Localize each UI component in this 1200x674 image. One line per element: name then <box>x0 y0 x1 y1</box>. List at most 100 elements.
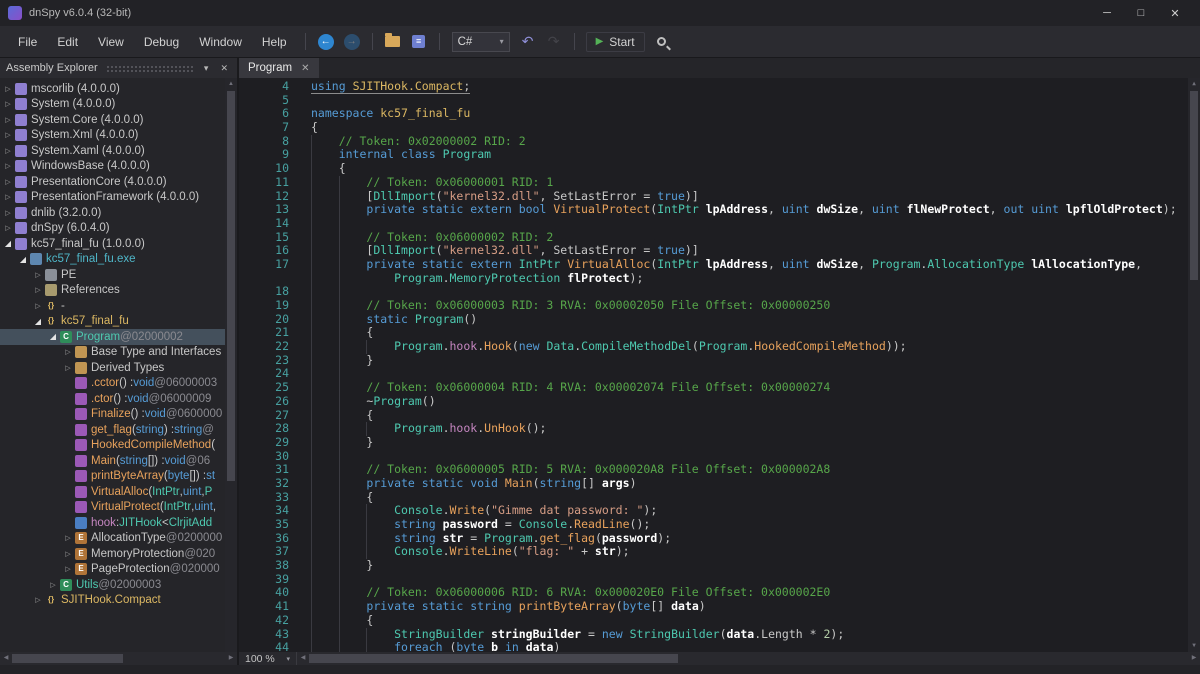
tree-row[interactable]: ◢kc57_final_fu (1.0.0.0) <box>0 236 226 252</box>
tree-expander-icon[interactable]: ▷ <box>32 271 44 279</box>
code-line[interactable]: 29 } <box>239 436 1186 450</box>
scroll-up-icon[interactable]: ▲ <box>225 78 237 90</box>
tree-row[interactable]: ▷PE <box>0 267 226 283</box>
undo-button[interactable]: ↶ <box>516 30 540 54</box>
code-line[interactable]: 42 { <box>239 614 1186 628</box>
code-line[interactable]: 32 private static void Main(string[] arg… <box>239 477 1186 491</box>
code-line[interactable]: 38 } <box>239 559 1186 573</box>
code-line[interactable]: 31 // Token: 0x06000005 RID: 5 RVA: 0x00… <box>239 463 1186 477</box>
tree-row[interactable]: ▷PresentationCore (4.0.0.0) <box>0 174 226 190</box>
code-line[interactable]: 6namespace kc57_final_fu <box>239 107 1186 121</box>
tree-expander-icon[interactable]: ▷ <box>32 596 44 604</box>
zoom-select[interactable]: 100 % ▾ <box>239 652 297 665</box>
tree-row[interactable]: ▷dnlib (3.2.0.0) <box>0 205 226 221</box>
tree-row[interactable]: ◢kc57_final_fu.exe <box>0 252 226 268</box>
code-line[interactable]: 7{ <box>239 121 1186 135</box>
menu-item-file[interactable]: File <box>8 26 47 57</box>
tree-expander-icon[interactable]: ▷ <box>62 534 74 542</box>
tree-vertical-scrollbar[interactable]: ▲ <box>225 78 237 652</box>
tree-row[interactable]: ▷EMemoryProtection @020 <box>0 546 226 562</box>
menu-item-debug[interactable]: Debug <box>134 26 189 57</box>
tree-row[interactable]: ▷WindowsBase (4.0.0.0) <box>0 159 226 175</box>
tree-hscroll-thumb[interactable] <box>12 654 123 663</box>
tree-vscroll-thumb[interactable] <box>227 91 235 481</box>
search-button[interactable] <box>650 30 674 54</box>
tree-row[interactable]: ▷dnSpy (6.0.4.0) <box>0 221 226 237</box>
tree-expander-icon[interactable]: ◢ <box>17 255 29 264</box>
code-line[interactable]: 17 private static extern IntPtr VirtualA… <box>239 258 1186 272</box>
tree-row[interactable]: HookedCompileMethod( <box>0 438 226 454</box>
tree-row[interactable]: ▷System.Core (4.0.0.0) <box>0 112 226 128</box>
tree-row[interactable]: ▷PresentationFramework (4.0.0.0) <box>0 190 226 206</box>
tree-row[interactable]: ▷EAllocationType @0200000 <box>0 531 226 547</box>
start-button[interactable]: ▶ Start <box>586 32 645 52</box>
code-hscroll-track[interactable] <box>309 652 1188 665</box>
redo-button[interactable]: ↷ <box>542 30 566 54</box>
tree-row[interactable]: Main(string[]) : void @06 <box>0 453 226 469</box>
tree-row[interactable]: .cctor() : void @06000003 <box>0 376 226 392</box>
code-line[interactable]: 11 // Token: 0x06000001 RID: 1 <box>239 176 1186 190</box>
code-line[interactable]: 28 Program.hook.UnHook(); <box>239 422 1186 436</box>
tree-hscroll-track[interactable] <box>12 652 225 665</box>
tree-row[interactable]: hook : JITHook<ClrjitAdd <box>0 515 226 531</box>
tree-expander-icon[interactable]: ▷ <box>2 100 14 108</box>
tree-row[interactable]: .ctor() : void @06000009 <box>0 391 226 407</box>
menu-item-help[interactable]: Help <box>252 26 297 57</box>
tree-expander-icon[interactable]: ▷ <box>2 224 14 232</box>
tree-expander-icon[interactable]: ▷ <box>62 565 74 573</box>
tree-row[interactable]: ▷{}- <box>0 298 226 314</box>
scroll-left-icon[interactable]: ◀ <box>0 652 12 665</box>
tree-row[interactable]: ▷System.Xaml (4.0.0.0) <box>0 143 226 159</box>
tree-expander-icon[interactable]: ▷ <box>2 147 14 155</box>
tree-row[interactable]: ▷mscorlib (4.0.0.0) <box>0 81 226 97</box>
minimize-button[interactable]: ─ <box>1090 2 1124 24</box>
code-line[interactable]: 4using SJITHook.Compact; <box>239 80 1186 94</box>
tree-expander-icon[interactable]: ▷ <box>2 131 14 139</box>
tree-row[interactable]: ▷Derived Types <box>0 360 226 376</box>
language-select[interactable]: C# ▾ <box>452 32 510 52</box>
nav-back-button[interactable]: ← <box>314 30 338 54</box>
tree-expander-icon[interactable]: ▷ <box>47 581 59 589</box>
tree-expander-icon[interactable]: ◢ <box>32 317 44 326</box>
panel-menu-icon[interactable]: ▾ <box>201 63 212 74</box>
tree-expander-icon[interactable]: ▷ <box>32 302 44 310</box>
tree-expander-icon[interactable]: ▷ <box>62 364 74 372</box>
tree-expander-icon[interactable]: ▷ <box>2 85 14 93</box>
panel-close-icon[interactable]: ✕ <box>217 63 231 74</box>
tree-expander-icon[interactable]: ▷ <box>2 162 14 170</box>
tree-row[interactable]: ▷Base Type and Interfaces <box>0 345 226 361</box>
tree-expander-icon[interactable]: ▷ <box>2 116 14 124</box>
code-line[interactable]: 37 Console.WriteLine("flag: " + str); <box>239 545 1186 559</box>
panel-drag-handle[interactable] <box>106 65 193 72</box>
tree-row[interactable]: ▷EPageProtection @020000 <box>0 562 226 578</box>
code-line[interactable]: Program.MemoryProtection flProtect); <box>239 272 1186 286</box>
tree-row[interactable]: printByteArray(byte[]) : st <box>0 469 226 485</box>
code-line[interactable]: 22 Program.hook.Hook(new Data.CompileMet… <box>239 340 1186 354</box>
code-line[interactable]: 20 static Program() <box>239 313 1186 327</box>
code-line[interactable]: 19 // Token: 0x06000003 RID: 3 RVA: 0x00… <box>239 299 1186 313</box>
tree-row[interactable]: ▷{}SJITHook.Compact <box>0 593 226 609</box>
scroll-left-icon[interactable]: ◀ <box>297 652 309 665</box>
menu-item-window[interactable]: Window <box>189 26 252 57</box>
code-line[interactable]: 9 internal class Program <box>239 148 1186 162</box>
scroll-up-icon[interactable]: ▲ <box>1188 78 1200 90</box>
code-line[interactable]: 18 <box>239 285 1186 299</box>
code-line[interactable]: 14 <box>239 217 1186 231</box>
scroll-right-icon[interactable]: ▶ <box>225 652 237 665</box>
code-line[interactable]: 16 [DllImport("kernel32.dll", SetLastErr… <box>239 244 1186 258</box>
scroll-right-icon[interactable]: ▶ <box>1188 652 1200 665</box>
tree-expander-icon[interactable]: ▷ <box>2 178 14 186</box>
close-button[interactable]: ✕ <box>1158 2 1192 24</box>
tree-expander-icon[interactable]: ▷ <box>62 550 74 558</box>
menu-item-edit[interactable]: Edit <box>47 26 88 57</box>
tree-expander-icon[interactable]: ▷ <box>2 193 14 201</box>
tree-expander-icon[interactable]: ▷ <box>2 209 14 217</box>
tree-row[interactable]: VirtualAlloc(IntPtr, uint, P <box>0 484 226 500</box>
code-line[interactable]: 44 foreach (byte b in data) <box>239 641 1186 652</box>
save-all-button[interactable]: ≡ <box>407 30 431 54</box>
open-button[interactable] <box>381 30 405 54</box>
tree-row[interactable]: VirtualProtect(IntPtr, uint, <box>0 500 226 516</box>
tree-row[interactable]: Finalize() : void @0600000 <box>0 407 226 423</box>
tree-row[interactable]: ▷System (4.0.0.0) <box>0 97 226 113</box>
code-area[interactable]: 4using SJITHook.Compact;5 6namespace kc5… <box>239 78 1200 652</box>
